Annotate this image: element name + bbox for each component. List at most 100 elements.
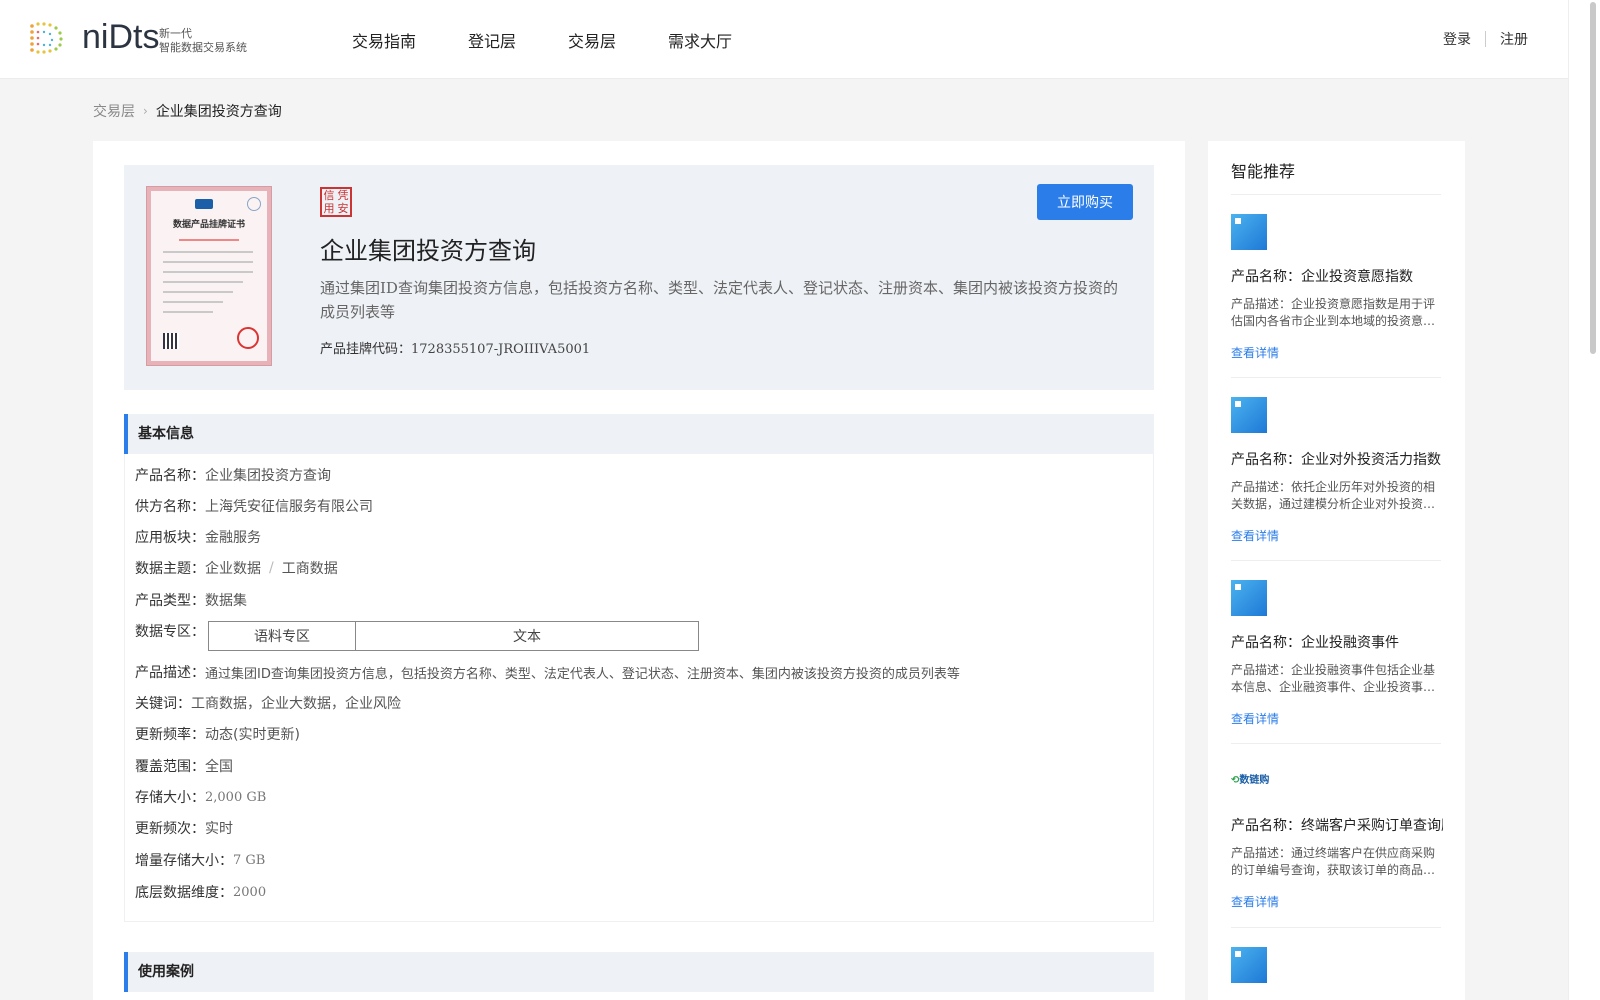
certificate-logo-icon <box>195 199 213 209</box>
basic-info-heading: 基本信息 <box>124 414 1154 454</box>
sidebar-divider <box>1231 927 1441 928</box>
info-label: 底层数据维度： <box>135 885 233 901</box>
view-details-link[interactable]: 查看详情 <box>1231 527 1446 544</box>
info-row-zone: 数据专区： <box>135 621 205 641</box>
product-title: 企业集团投资方查询 <box>320 237 536 265</box>
credit-badge-char: 信 <box>323 189 335 202</box>
product-thumbnail[interactable] <box>1231 214 1267 250</box>
info-value: 数据集 <box>205 593 247 609</box>
product-thumbnail[interactable] <box>1231 580 1267 616</box>
breadcrumb-current: 企业集团投资方查询 <box>155 104 282 120</box>
info-row-product-name: 产品名称： 企业集团投资方查询 <box>135 465 331 485</box>
product-summary: 通过集团ID查询集团投资方信息，包括投资方名称、类型、法定代表人、登记状态、注册… <box>320 279 1118 321</box>
sidebar-title: 智能推荐 <box>1231 162 1296 181</box>
nav-trading-guide[interactable]: 交易指南 <box>352 28 416 52</box>
info-value: 7 GB <box>233 852 266 868</box>
info-label: 存储大小： <box>135 790 205 806</box>
product-hero: 数据产品挂牌证书 信 凭 用 安 企业集团投资方查询 通过集团ID查询集团投资方… <box>124 165 1154 390</box>
site-logo[interactable]: niDts 新一代 智能数据交易系统 <box>28 18 258 60</box>
certificate-line <box>163 271 253 273</box>
view-details-link[interactable]: 查看详情 <box>1231 710 1446 727</box>
view-details-link[interactable]: 查看详情 <box>1231 344 1446 361</box>
auth-divider <box>1485 31 1486 47</box>
info-row-update-frequency: 更新频率： 动态(实时更新) <box>135 724 300 744</box>
topic-tag: 工商数据 <box>281 561 338 577</box>
recommendation-description: 产品描述：通过终端客户在供应商采购的订单编号查询，获取该订单的商品… <box>1231 846 1436 877</box>
info-row-description: 产品描述： 通过集团ID查询集团投资方信息，包括投资方名称、类型、法定代表人、登记… <box>135 662 960 682</box>
breadcrumb-parent[interactable]: 交易层 <box>93 101 135 121</box>
product-thumbnail[interactable] <box>1231 397 1267 433</box>
info-label: 更新频次： <box>135 821 205 837</box>
certificate-stamp-icon <box>237 327 259 349</box>
info-value: 2000 <box>233 884 267 900</box>
certificate-qr-icon <box>163 333 179 349</box>
info-value: 动态(实时更新) <box>205 727 300 743</box>
logo-mark-icon <box>30 22 63 54</box>
sidebar-divider <box>1231 194 1441 195</box>
info-row-sector: 应用板块： 金融服务 <box>135 527 261 547</box>
listing-certificate-image[interactable]: 数据产品挂牌证书 <box>146 186 272 366</box>
info-row-dimensions: 底层数据维度： 2000 <box>135 882 266 902</box>
supplier-logo-text: 数链购 <box>1239 775 1270 786</box>
info-row-incremental-storage: 增量存储大小： 7 GB <box>135 850 265 870</box>
credit-badge-char: 用 <box>323 201 335 215</box>
top-header: niDts 新一代 智能数据交易系统 交易指南 登记层 交易层 需求大厅 登录 … <box>0 0 1568 79</box>
topic-tag: 企业数据 <box>205 561 261 577</box>
recommendation-name[interactable]: 产品名称：企业投资意愿指数 <box>1231 266 1443 286</box>
info-value: 工商数据，企业大数据，企业风险 <box>191 696 401 712</box>
nav-registration-layer[interactable]: 登记层 <box>468 28 516 52</box>
info-row-type: 产品类型： 数据集 <box>135 590 247 610</box>
certificate-line <box>163 281 243 283</box>
nav-trading-layer[interactable]: 交易层 <box>568 28 616 52</box>
listing-code-value: 1728355107-JROIIIVA5001 <box>411 342 591 357</box>
certificate-line <box>163 261 253 263</box>
zone-cell: 文本 <box>355 621 699 651</box>
info-label: 供方名称： <box>135 499 205 515</box>
zone-cell: 语料专区 <box>208 621 356 651</box>
recommendation-sidebar: 智能推荐 产品名称：企业投资意愿指数 产品描述：企业投资意愿指数是用于评估国内各… <box>1208 141 1465 1000</box>
info-value: 企业集团投资方查询 <box>205 468 331 484</box>
view-details-link[interactable]: 查看详情 <box>1231 893 1446 910</box>
info-value: 全国 <box>205 759 233 775</box>
register-link[interactable]: 注册 <box>1500 29 1528 49</box>
info-label: 应用板块： <box>135 530 205 546</box>
recommendation-description: 产品描述：依托企业历年对外投资的相关数据，通过建模分析企业对外投资… <box>1231 480 1436 511</box>
info-label: 产品名称： <box>135 468 205 484</box>
recommendation-name[interactable]: 产品名称：终端客户采购订单查询服务 <box>1231 815 1443 835</box>
info-row-keywords: 关键词： 工商数据，企业大数据，企业风险 <box>135 693 401 713</box>
credit-badge-char: 凭 <box>337 189 349 202</box>
info-value: 2,000 GB <box>205 789 267 805</box>
logo-subtitle-line-1: 新一代 <box>159 27 192 40</box>
product-thumbnail[interactable] <box>1231 947 1267 983</box>
info-label: 产品类型： <box>135 593 205 609</box>
info-row-storage: 存储大小： 2,000 GB <box>135 787 266 807</box>
info-row-topic: 数据主题： 企业数据 / 工商数据 <box>135 558 338 578</box>
info-value: 金融服务 <box>205 530 261 546</box>
topic-separator: / <box>269 560 274 576</box>
supplier-logo[interactable]: ⟲数链购 <box>1231 763 1446 799</box>
recommendation-name[interactable]: 产品名称：企业投融资事件 <box>1231 632 1443 652</box>
listing-code: 产品挂牌代码：1728355107-JROIIIVA5001 <box>320 338 590 357</box>
certificate-line <box>163 311 213 313</box>
nav-demand-hall[interactable]: 需求大厅 <box>668 28 732 52</box>
info-label: 产品描述： <box>135 665 205 681</box>
info-value: 实时 <box>205 821 233 837</box>
certificate-line <box>163 291 233 293</box>
certificate-line <box>163 251 253 253</box>
buy-now-button[interactable]: 立即购买 <box>1037 184 1133 220</box>
recommendation-card: ⟲数链购 产品名称：终端客户采购订单查询服务 产品描述：通过终端客户在供应商采购… <box>1231 763 1446 910</box>
credit-badge-icon: 信 凭 用 安 <box>320 187 352 217</box>
login-link[interactable]: 登录 <box>1443 29 1471 49</box>
page-scrollbar-thumb[interactable] <box>1590 2 1596 354</box>
use-case-heading: 使用案例 <box>124 952 1154 992</box>
product-detail-card: 数据产品挂牌证书 信 凭 用 安 企业集团投资方查询 通过集团ID查询集团投资方… <box>93 141 1185 1000</box>
data-zone-table: 语料专区 文本 <box>208 621 699 651</box>
info-row-supplier: 供方名称： 上海凭安征信服务有限公司 <box>135 496 373 516</box>
recommendation-name[interactable]: 产品名称：企业对外投资活力指数 <box>1231 449 1443 469</box>
info-label: 关键词： <box>135 696 191 712</box>
table-row: 语料专区 文本 <box>208 621 699 651</box>
recommendation-card: 产品名称：企业投融资事件 产品描述：企业投融资事件包括企业基本信息、企业融资事件… <box>1231 580 1446 727</box>
certificate-seal-icon <box>247 197 261 211</box>
info-label: 数据专区： <box>135 624 205 640</box>
breadcrumb: 交易层 › 企业集团投资方查询 <box>93 101 282 121</box>
